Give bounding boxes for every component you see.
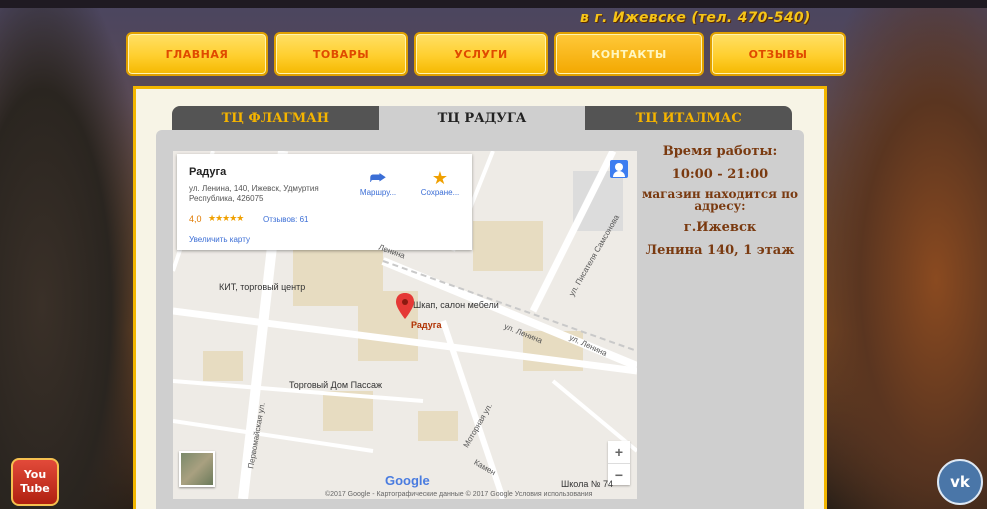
- save-label: Сохране...: [420, 188, 460, 197]
- nav-services[interactable]: УСЛУГИ: [414, 32, 548, 76]
- tab-italmas[interactable]: ТЦ ИТАЛМАС: [585, 106, 793, 130]
- google-map[interactable]: Радуга ул. Ленина, 140, Ижевск, Удмуртия…: [173, 151, 637, 499]
- map-pin-icon[interactable]: [396, 293, 414, 319]
- header-phone: в г. Ижевске (тел. 470-540): [580, 10, 811, 26]
- location-title: магазин находится по адресу:: [641, 187, 799, 213]
- tab-flagman[interactable]: ТЦ ФЛАГМАН: [172, 106, 379, 130]
- tab-raduga[interactable]: ТЦ РАДУГА: [378, 106, 586, 130]
- address-city: г.Ижевск: [683, 220, 757, 235]
- hours-value: 10:00 - 21:00: [671, 167, 769, 182]
- satellite-toggle[interactable]: [179, 451, 215, 487]
- map-label-kit: КИТ, торговый центр: [219, 282, 306, 292]
- map-label-passage: Торговый Дом Пассаж: [289, 380, 383, 390]
- map-copyright: ©2017 Google - Картографические данные ©…: [325, 491, 593, 498]
- place-info-card: Радуга ул. Ленина, 140, Ижевск, Удмуртия…: [177, 154, 472, 250]
- map-label-raduga: Радуга: [411, 320, 442, 330]
- youtube-label-bottom: Tube: [20, 482, 50, 495]
- youtube-icon[interactable]: You Tube: [11, 458, 59, 506]
- place-rating: 4,0: [189, 214, 202, 224]
- map-label-shkap: Шкап, салон мебели: [413, 300, 499, 310]
- nav-products[interactable]: ТОВАРЫ: [274, 32, 408, 76]
- rating-stars-icon: ★★★★★: [208, 213, 244, 223]
- route-button[interactable]: ⮫ Маршру...: [353, 168, 403, 197]
- enlarge-map-link[interactable]: Увеличить карту: [189, 235, 250, 244]
- route-label: Маршру...: [359, 188, 397, 197]
- top-dark-strip: [0, 0, 987, 8]
- background-left-scene: [0, 0, 140, 509]
- map-label-school: Школа № 74: [561, 479, 614, 489]
- reviews-link[interactable]: Отзывов: 61: [263, 215, 309, 224]
- store-tabs: ТЦ ФЛАГМАН ТЦ РАДУГА ТЦ ИТАЛМАС: [172, 106, 793, 130]
- place-name: Радуга: [189, 166, 227, 178]
- zoom-in-button[interactable]: +: [608, 441, 630, 464]
- place-address: ул. Ленина, 140, Ижевск, Удмуртия Респуб…: [189, 184, 319, 203]
- google-logo: Google: [385, 473, 430, 488]
- vk-icon[interactable]: vk: [937, 459, 983, 505]
- main-nav: ГЛАВНАЯ ТОВАРЫ УСЛУГИ КОНТАКТЫ ОТЗЫВЫ: [126, 32, 846, 76]
- directions-icon: ⮫: [369, 168, 387, 188]
- youtube-label-top: You: [23, 468, 47, 481]
- nav-home[interactable]: ГЛАВНАЯ: [126, 32, 268, 76]
- address-street: Ленина 140, 1 этаж: [645, 243, 795, 258]
- star-icon: ★: [431, 168, 449, 188]
- nav-contacts[interactable]: КОНТАКТЫ: [554, 32, 704, 76]
- save-button[interactable]: ★ Сохране...: [415, 168, 465, 197]
- store-info: Время работы: 10:00 - 21:00 магазин нахо…: [640, 144, 800, 258]
- hours-title: Время работы:: [662, 144, 778, 159]
- background-right-scene: [817, 0, 987, 509]
- street-view-person-icon[interactable]: [610, 160, 628, 178]
- nav-reviews[interactable]: ОТЗЫВЫ: [710, 32, 846, 76]
